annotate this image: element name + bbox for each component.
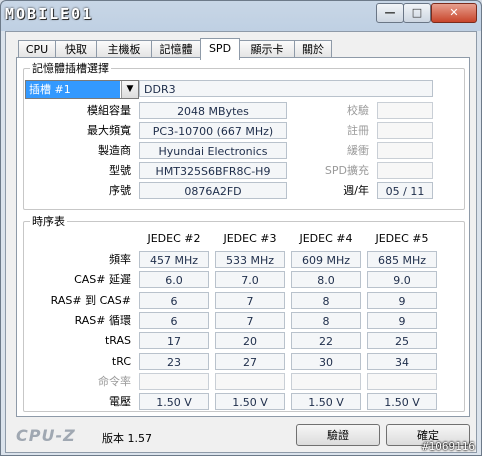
jedec-column-header: JEDEC #5 bbox=[375, 232, 429, 245]
timing-cell: 27 bbox=[215, 352, 285, 370]
spd-label: 型號 bbox=[109, 164, 131, 177]
cpuz-brand: CPU-Z bbox=[16, 426, 76, 445]
chevron-down-icon[interactable]: ▼ bbox=[121, 81, 138, 98]
timing-cell: 685 MHz bbox=[367, 251, 437, 268]
client-area: CPU 快取 主機板 記憶體 SPD 顯示卡 關於 記憶體插槽選擇 插槽 #1 ▼ DDR3… bbox=[5, 31, 477, 453]
timing-cell bbox=[291, 372, 361, 390]
tab-4[interactable]: SPD bbox=[200, 38, 240, 60]
timing-cell: 7 bbox=[215, 311, 285, 329]
timings-legend: 時序表 bbox=[32, 215, 65, 228]
timing-cell: 30 bbox=[291, 352, 361, 370]
spd-label: 製造商 bbox=[98, 144, 131, 157]
timing-label: tRC bbox=[111, 354, 131, 368]
spd-panel: 記憶體插槽選擇 插槽 #1 ▼ DDR3 模組容量 2048 MBytes 校驗最大… bbox=[16, 57, 470, 417]
timing-cell: 6 bbox=[139, 291, 209, 309]
tab-5[interactable]: 顯示卡 bbox=[239, 40, 295, 58]
timing-label: tRAS bbox=[104, 334, 131, 348]
timing-label: RAS# 循環 bbox=[74, 313, 131, 327]
jedec-column-header: JEDEC #2 bbox=[147, 232, 201, 245]
timing-cell: 1.50 V bbox=[215, 393, 285, 411]
spd-flag-value bbox=[377, 142, 433, 159]
timing-cell: 1.50 V bbox=[291, 393, 361, 411]
timing-label: 命令率 bbox=[98, 374, 131, 388]
spd-flag-value bbox=[377, 162, 433, 179]
timing-cell: 533 MHz bbox=[215, 251, 285, 268]
timing-cell: 34 bbox=[367, 352, 437, 370]
spd-value: Hyundai Electronics bbox=[139, 142, 287, 159]
spd-value: HMT325S6BFR8C-H9 bbox=[139, 162, 287, 179]
minimize-button[interactable]: — bbox=[376, 3, 404, 23]
timing-cell: 8 bbox=[291, 311, 361, 329]
timing-cell bbox=[367, 372, 437, 390]
timing-cell: 7.0 bbox=[215, 271, 285, 289]
timing-cell bbox=[215, 372, 285, 390]
tab-6[interactable]: 關於 bbox=[294, 40, 332, 58]
timing-cell: 8 bbox=[291, 291, 361, 309]
timing-cell: 25 bbox=[367, 332, 437, 350]
tab-1[interactable]: 快取 bbox=[55, 40, 97, 58]
timing-label: 頻率 bbox=[109, 253, 131, 266]
slot-select[interactable]: 插槽 #1 ▼ bbox=[25, 80, 139, 99]
jedec-column-header: JEDEC #4 bbox=[299, 232, 353, 245]
timing-cell: 1.50 V bbox=[367, 393, 437, 411]
memory-type-value: DDR3 bbox=[139, 80, 433, 97]
tab-2[interactable]: 主機板 bbox=[96, 40, 152, 58]
timing-cell: 22 bbox=[291, 332, 361, 350]
timing-cell: 609 MHz bbox=[291, 251, 361, 268]
timing-cell: 17 bbox=[139, 332, 209, 350]
timing-cell: 6 bbox=[139, 311, 209, 329]
watermark: #1069116 bbox=[422, 440, 475, 453]
timing-cell: 8.0 bbox=[291, 271, 361, 289]
jedec-column-header: JEDEC #3 bbox=[223, 232, 277, 245]
spd-flag-label: SPD擴充 bbox=[324, 164, 369, 177]
bottom-bar: CPU-Z 版本 1.57 驗證 確定 bbox=[10, 418, 472, 448]
timing-cell: 6.0 bbox=[139, 271, 209, 289]
timing-cell: 9 bbox=[367, 291, 437, 309]
timing-cell: 9.0 bbox=[367, 271, 437, 289]
spd-flag-value bbox=[377, 102, 433, 119]
timing-cell: 1.50 V bbox=[139, 393, 209, 411]
slot-selection-legend: 記憶體插槽選擇 bbox=[32, 62, 109, 75]
close-button[interactable]: ✕ bbox=[431, 3, 477, 23]
spd-flag-value bbox=[377, 122, 433, 139]
validate-button[interactable]: 驗證 bbox=[296, 424, 380, 446]
slot-select-value: 插槽 #1 bbox=[26, 81, 120, 98]
week-year-value: 05 / 11 bbox=[377, 182, 433, 199]
spd-value: 0876A2FD bbox=[139, 182, 287, 199]
maximize-button[interactable]: □ bbox=[403, 3, 431, 23]
spd-flag-label: 緩衝 bbox=[347, 144, 369, 157]
timing-cell: 9 bbox=[367, 311, 437, 329]
spd-label: 模組容量 bbox=[87, 104, 131, 117]
tab-0[interactable]: CPU bbox=[18, 40, 56, 58]
spd-value: PC3-10700 (667 MHz) bbox=[139, 122, 287, 139]
timing-label: CAS# 延遲 bbox=[74, 273, 131, 287]
timing-cell bbox=[139, 372, 209, 390]
mobile01-logo: MOBILE01 bbox=[5, 5, 94, 23]
version-label: 版本 1.57 bbox=[102, 432, 152, 445]
spd-flag-label: 註冊 bbox=[347, 124, 369, 137]
spd-flag-label: 週/年 bbox=[343, 184, 369, 197]
spd-label: 最大頻寬 bbox=[87, 124, 131, 137]
cpuz-window: MOBILE01 — □ ✕ CPU 快取 主機板 記憶體 SPD 顯示卡 關於 記憶體插槽… bbox=[0, 0, 482, 456]
timing-cell: 7 bbox=[215, 291, 285, 309]
spd-value: 2048 MBytes bbox=[139, 102, 287, 119]
timing-cell: 20 bbox=[215, 332, 285, 350]
timing-cell: 457 MHz bbox=[139, 251, 209, 268]
spd-label: 序號 bbox=[109, 184, 131, 197]
title-bar[interactable]: MOBILE01 — □ ✕ bbox=[1, 1, 481, 31]
timing-label: 電壓 bbox=[109, 395, 131, 409]
timing-cell: 23 bbox=[139, 352, 209, 370]
tab-3[interactable]: 記憶體 bbox=[151, 40, 201, 58]
spd-flag-label: 校驗 bbox=[347, 104, 369, 117]
timing-label: RAS# 到 CAS# bbox=[50, 293, 131, 307]
